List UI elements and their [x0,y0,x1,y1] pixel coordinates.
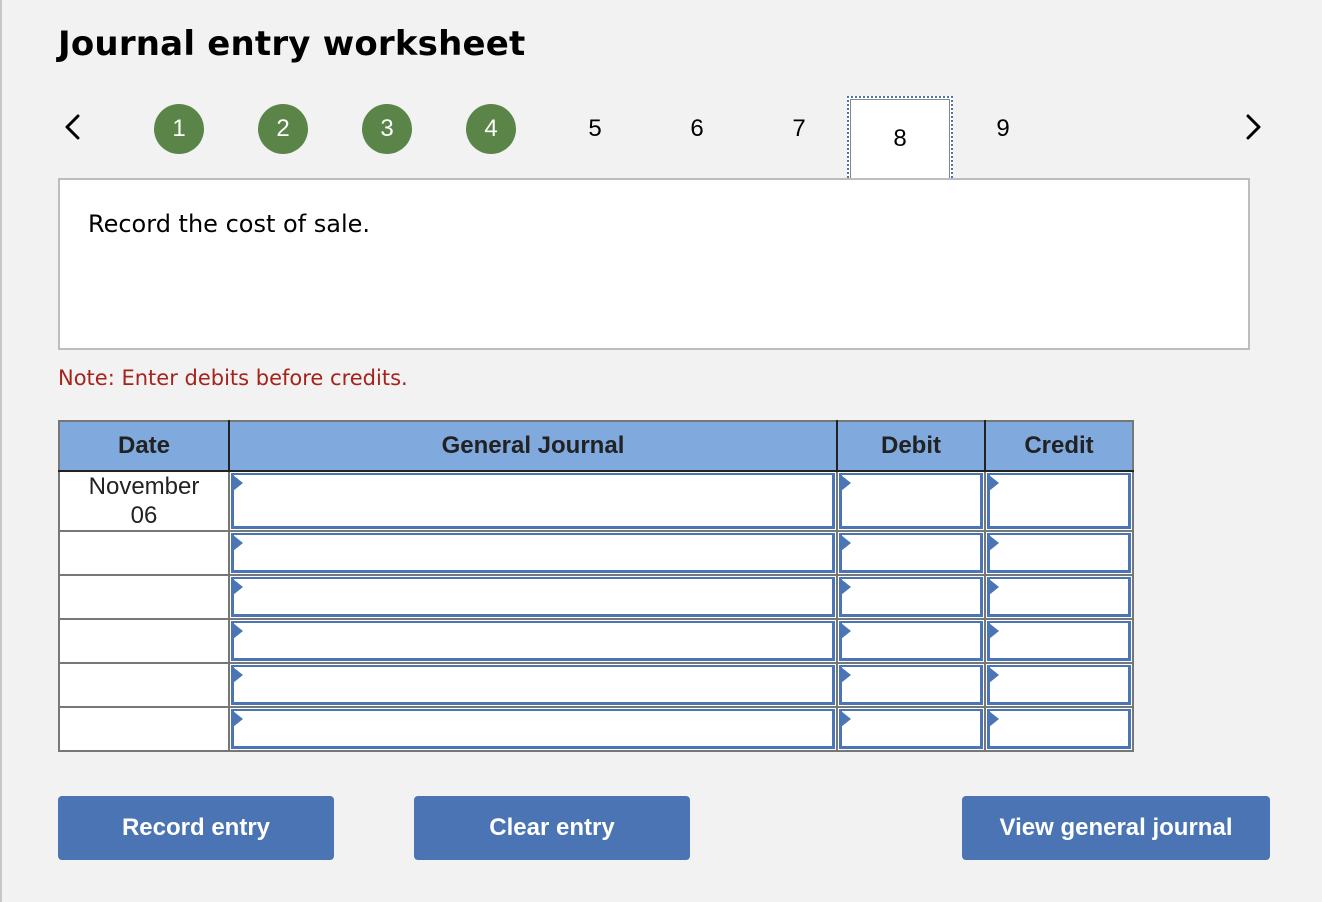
input-indicator-icon [841,711,851,727]
page-title: Journal entry worksheet [58,24,526,64]
step-3[interactable]: 3 [362,104,412,154]
step-6[interactable]: 6 [672,104,722,154]
account-input[interactable] [231,621,835,661]
date-cell [58,662,230,708]
chevron-left-icon [65,114,80,140]
column-header-general-journal: General Journal [228,421,838,472]
credit-input[interactable] [987,709,1131,749]
input-indicator-icon [841,623,851,639]
date-cell [58,574,230,620]
credit-input[interactable] [987,533,1131,573]
dropdown-indicator-icon [233,711,243,727]
date-month: November [88,473,200,500]
step-9[interactable]: 9 [978,104,1028,154]
input-indicator-icon [989,579,999,595]
input-indicator-icon [989,475,999,491]
dropdown-indicator-icon [233,623,243,639]
credit-input[interactable] [987,621,1131,661]
date-cell [58,618,230,664]
credit-input[interactable] [987,665,1131,705]
debit-input[interactable] [839,621,983,661]
date-cell [58,530,230,576]
dropdown-indicator-icon [233,579,243,595]
debit-input[interactable] [839,577,983,617]
input-indicator-icon [841,667,851,683]
clear-entry-button[interactable]: Clear entry [414,796,690,860]
table-row [58,618,1134,664]
debit-input[interactable] [839,665,983,705]
input-indicator-icon [989,711,999,727]
table-row [58,574,1134,620]
account-input[interactable] [231,533,835,573]
credit-input[interactable] [987,577,1131,617]
date-day: 06 [130,502,158,529]
table-row [58,706,1134,752]
input-indicator-icon [989,535,999,551]
input-indicator-icon [989,667,999,683]
table-row [58,530,1134,576]
step-4[interactable]: 4 [466,104,516,154]
credit-input[interactable] [987,473,1131,529]
column-header-debit: Debit [836,421,986,472]
account-input[interactable] [231,665,835,705]
table-header: Date General Journal Debit Credit [59,421,1133,472]
debit-input[interactable] [839,473,983,529]
column-header-credit: Credit [984,421,1133,472]
column-header-date: Date [59,421,230,472]
table-row [58,662,1134,708]
account-input[interactable] [231,577,835,617]
record-entry-button[interactable]: Record entry [58,796,334,860]
step-8-current[interactable]: 8 [847,96,953,182]
input-indicator-icon [841,475,851,491]
journal-table: Date General Journal Debit Credit Novemb… [58,420,1134,752]
account-input[interactable] [231,709,835,749]
date-cell [58,706,230,752]
date-cell: November 06 [58,470,230,532]
instruction-box: Record the cost of sale. [58,178,1250,350]
dropdown-indicator-icon [233,667,243,683]
previous-button[interactable] [58,112,88,142]
input-indicator-icon [841,579,851,595]
step-2[interactable]: 2 [258,104,308,154]
step-5[interactable]: 5 [570,104,620,154]
note-text: Note: Enter debits before credits. [58,366,408,390]
view-general-journal-button[interactable]: View general journal [962,796,1270,860]
instruction-text: Record the cost of sale. [88,210,371,238]
debit-input[interactable] [839,533,983,573]
next-button[interactable] [1238,112,1268,142]
chevron-right-icon [1246,114,1261,140]
dropdown-indicator-icon [233,535,243,551]
account-input[interactable] [231,473,835,529]
step-navigation: 1 2 3 4 5 6 7 8 9 [0,96,1322,184]
input-indicator-icon [989,623,999,639]
dropdown-indicator-icon [233,475,243,491]
step-7[interactable]: 7 [774,104,824,154]
input-indicator-icon [841,535,851,551]
debit-input[interactable] [839,709,983,749]
table-row: November 06 [58,470,1134,532]
step-1[interactable]: 1 [154,104,204,154]
